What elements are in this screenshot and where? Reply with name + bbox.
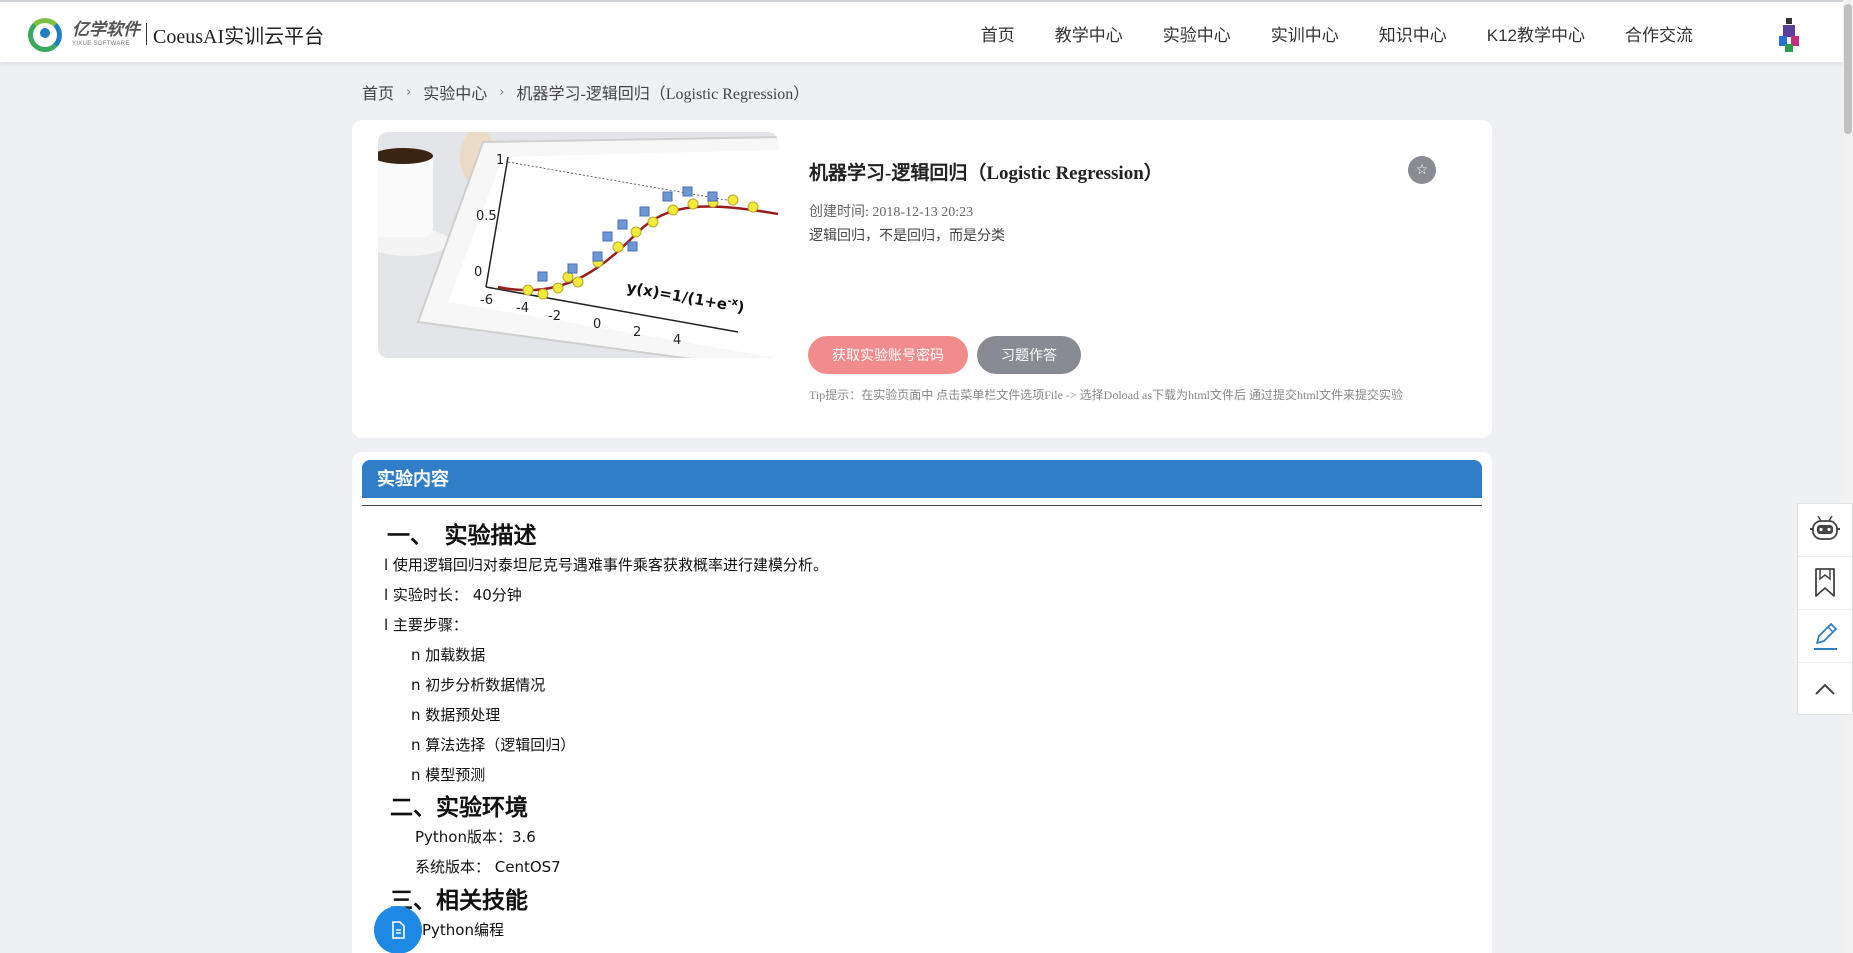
scrollbar-thumb[interactable] [1844, 4, 1852, 134]
cover-xtick-6: 4 [673, 333, 681, 348]
step-item: n 数据预处理 [411, 706, 501, 724]
page-scrollbar[interactable] [1843, 0, 1853, 953]
notes-button[interactable] [1798, 610, 1852, 663]
section-title-environment: 二、实验环境 [390, 795, 528, 821]
cover-xtick-4: 0 [593, 317, 601, 332]
breadcrumb-home[interactable]: 首页 [362, 80, 394, 104]
content-body: 一、 实验描述 l 使用逻辑回归对泰坦尼克号遇难事件乘客获救概率进行建模分析。 … [352, 452, 1492, 953]
nav-home[interactable]: 首页 [981, 21, 1015, 46]
experiment-cover-image: 1 0.5 0 -6 -4 -2 0 2 4 y(x)=1/(1+e-x) [378, 132, 778, 358]
ai-assistant-button[interactable] [1798, 504, 1852, 557]
created-label: 创建时间: [809, 205, 869, 220]
chevron-right-icon: › [406, 84, 412, 100]
chevron-up-icon [1815, 683, 1835, 695]
side-toolbar [1797, 503, 1853, 715]
breadcrumb: 首页 › 实验中心 › 机器学习-逻辑回归（Logistic Regressio… [362, 80, 809, 104]
breadcrumb-current: 机器学习-逻辑回归（Logistic Regression） [516, 86, 810, 103]
quiz-button[interactable]: 习题作答 [977, 336, 1081, 374]
description-line: l 实验时长： 40分钟 [384, 586, 522, 604]
cover-ytick-3: 0 [474, 265, 482, 280]
document-icon [392, 921, 405, 939]
experiment-info: 机器学习-逻辑回归（Logistic Regression） 创建时间: 201… [809, 158, 1163, 245]
step-item: n 初步分析数据情况 [411, 676, 546, 694]
nav-cooperation[interactable]: 合作交流 [1625, 21, 1693, 46]
bookmark-icon [1815, 568, 1835, 597]
logo[interactable]: 亿学软件 YIXUE SOFTWARE CoeusAI实训云平台 [26, 14, 324, 54]
back-to-top-button[interactable] [1798, 663, 1852, 716]
cover-xtick-5: 2 [633, 325, 641, 340]
logo-brand-en: YIXUE SOFTWARE [72, 41, 130, 47]
get-account-button[interactable]: 获取实验账号密码 [808, 336, 968, 374]
main-nav: 首页 教学中心 实验中心 实训中心 知识中心 K12教学中心 合作交流 [941, 2, 1693, 64]
nav-experiment[interactable]: 实验中心 [1163, 21, 1231, 46]
env-item: 系统版本： CentOS7 [415, 858, 561, 876]
submit-tip: Tip提示：在实验页面中 点击菜单栏文件选项File -> 选择Doload a… [809, 388, 1404, 402]
cover-ytick-2: 0.5 [476, 209, 497, 224]
step-item: n 加载数据 [411, 646, 486, 664]
document-fab[interactable] [374, 906, 422, 953]
experiment-title: 机器学习-逻辑回归（Logistic Regression） [809, 163, 1163, 184]
platform-title: CoeusAI实训云平台 [153, 25, 325, 48]
nav-k12[interactable]: K12教学中心 [1487, 21, 1585, 46]
experiment-content-card: 实验内容 一、 实验描述 l 使用逻辑回归对泰坦尼克号遇难事件乘客获救概率进行建… [352, 452, 1492, 953]
cover-illustration: 1 0.5 0 -6 -4 -2 0 2 4 y(x)=1/(1+e-x) [378, 132, 778, 358]
nav-knowledge[interactable]: 知识中心 [1379, 21, 1447, 46]
skill-item: Python编程 [422, 921, 504, 939]
breadcrumb-experiment-center[interactable]: 实验中心 [423, 80, 487, 104]
chevron-right-icon: › [499, 84, 505, 100]
cover-ytick-1: 1 [496, 153, 504, 168]
experiment-description: 逻辑回归，不是回归，而是分类 [809, 229, 1005, 244]
experiment-info-card: 1 0.5 0 -6 -4 -2 0 2 4 y(x)=1/(1+e-x) 机器… [352, 120, 1492, 438]
robot-icon [1810, 515, 1840, 540]
description-line: l 使用逻辑回归对泰坦尼克号遇难事件乘客获救概率进行建模分析。 [384, 556, 828, 574]
cover-xtick-3: -2 [548, 309, 561, 324]
favorite-button[interactable]: ☆ [1408, 156, 1436, 184]
star-icon: ☆ [1415, 162, 1429, 178]
env-item: Python版本：3.6 [415, 828, 536, 846]
nav-teaching[interactable]: 教学中心 [1055, 21, 1123, 46]
step-item: n 模型预测 [411, 766, 486, 784]
logo-divider [146, 23, 147, 45]
user-avatar[interactable] [1775, 16, 1803, 54]
created-date: 2018-12-13 20:23 [872, 205, 974, 220]
description-line: l 主要步骤： [384, 616, 468, 634]
step-item: n 算法选择（逻辑回归） [411, 736, 576, 754]
logo-brand: 亿学软件 [72, 20, 140, 39]
section-title-description: 一、 实验描述 [387, 523, 537, 549]
cover-xtick-1: -6 [480, 293, 493, 308]
cover-xtick-2: -4 [516, 301, 529, 316]
experiment-created: 创建时间: 2018-12-13 20:23 [809, 201, 1163, 221]
nav-training[interactable]: 实训中心 [1271, 21, 1339, 46]
edit-icon [1814, 623, 1837, 650]
top-navbar: 亿学软件 YIXUE SOFTWARE CoeusAI实训云平台 首页 教学中心… [0, 0, 1843, 62]
logo-icon [26, 14, 66, 54]
bookmark-button[interactable] [1798, 557, 1852, 610]
